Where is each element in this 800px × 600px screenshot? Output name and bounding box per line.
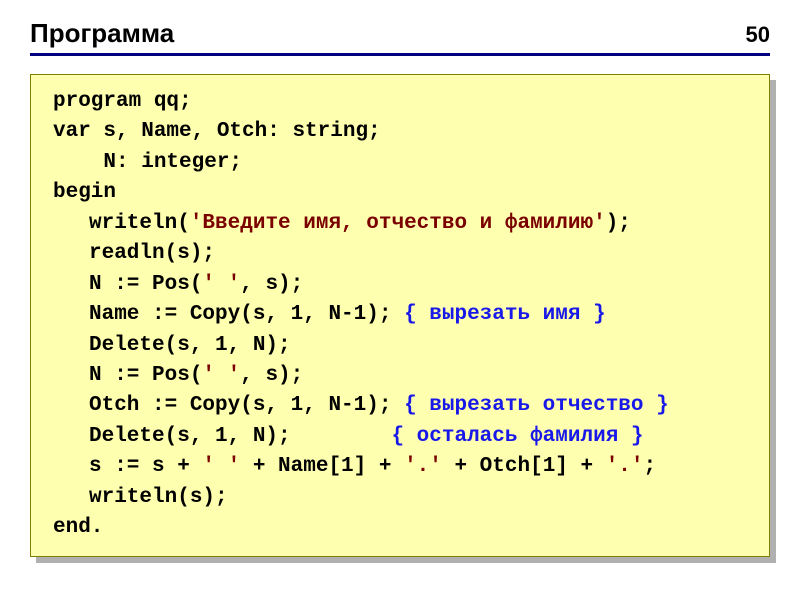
code-text: Delete(s, 1, N); — [89, 425, 391, 448]
code-text: s := s + — [89, 455, 202, 478]
slide-header: Программа 50 — [30, 18, 770, 56]
slide-title: Программа — [30, 18, 174, 49]
code-block-wrap: program qq; var s, Name, Otch: string; N… — [30, 74, 770, 557]
string-literal: 'Введите имя, отчество и фамилию' — [190, 212, 606, 235]
code-line: Name := Copy(s, 1, N-1); { вырезать имя … — [53, 300, 753, 330]
code-text: , s); — [240, 364, 303, 387]
code-line: N: integer; — [53, 148, 753, 178]
code-line: writeln('Введите имя, отчество и фамилию… — [53, 209, 753, 239]
string-literal: '.' — [606, 455, 644, 478]
page-number: 50 — [746, 22, 770, 48]
code-line: Delete(s, 1, N); { осталась фамилия } — [53, 422, 753, 452]
string-literal: ' ' — [202, 364, 240, 387]
code-line: N := Pos(' ', s); — [53, 270, 753, 300]
string-literal: ' ' — [202, 273, 240, 296]
code-line: end. — [53, 513, 753, 543]
comment: { осталась фамилия } — [391, 425, 643, 448]
code-text: , s); — [240, 273, 303, 296]
code-line: N := Pos(' ', s); — [53, 361, 753, 391]
code-text: writeln( — [89, 212, 190, 235]
code-line: begin — [53, 178, 753, 208]
code-text: + Otch[1] + — [442, 455, 606, 478]
code-text: N := Pos( — [89, 273, 202, 296]
code-text: Otch := Copy(s, 1, N-1); — [89, 394, 404, 417]
code-block: program qq; var s, Name, Otch: string; N… — [30, 74, 770, 557]
code-line: Delete(s, 1, N); — [53, 331, 753, 361]
code-line: s := s + ' ' + Name[1] + '.' + Otch[1] +… — [53, 452, 753, 482]
comment: { вырезать имя } — [404, 303, 606, 326]
code-line: Otch := Copy(s, 1, N-1); { вырезать отче… — [53, 391, 753, 421]
code-text: N := Pos( — [89, 364, 202, 387]
code-line: var s, Name, Otch: string; — [53, 117, 753, 147]
code-text: Name := Copy(s, 1, N-1); — [89, 303, 404, 326]
string-literal: '.' — [404, 455, 442, 478]
string-literal: ' ' — [202, 455, 240, 478]
code-text: ; — [644, 455, 657, 478]
code-line: writeln(s); — [53, 483, 753, 513]
code-text: + Name[1] + — [240, 455, 404, 478]
comment: { вырезать отчество } — [404, 394, 669, 417]
code-text: ); — [606, 212, 631, 235]
code-line: program qq; — [53, 87, 753, 117]
code-line: readln(s); — [53, 239, 753, 269]
